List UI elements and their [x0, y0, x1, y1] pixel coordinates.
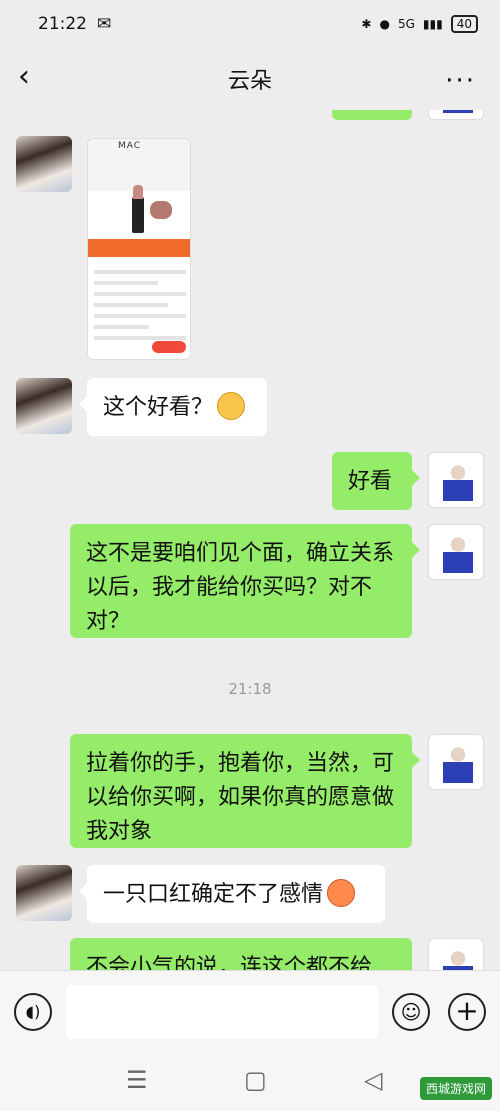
avatar-self[interactable] [428, 452, 484, 508]
screenshot-brand: MAC [118, 141, 142, 151]
notification-icon: ✉ [97, 14, 112, 34]
message-input[interactable] [66, 985, 378, 1039]
message-bubble-outgoing[interactable]: 拉着你的手，抱着你，当然，可以给你买啊，如果你真的愿意做我对象 [70, 734, 420, 848]
menu-icon[interactable]: ☰ [126, 1066, 148, 1094]
message-bubble-outgoing[interactable]: 这不是要咱们见个面，确立关系以后，我才能给你买吗？对不对？ [70, 524, 420, 638]
avatar-contact[interactable] [16, 865, 72, 921]
chat-header: ‹ 云朵 ··· [0, 48, 500, 110]
message-text: 拉着你的手，抱着你，当然，可以给你买啊，如果你真的愿意做我对象 [86, 751, 395, 844]
avatar-self[interactable] [428, 110, 484, 120]
chat-area[interactable]: MAC 这个好看？ 好看 这不是要咱们见个面，确立关系以后，我才能给你买吗？对不… [0, 110, 500, 970]
status-time: 21:22 [38, 14, 87, 34]
shared-screenshot-image[interactable]: MAC [87, 138, 191, 360]
message-text: 不会小气的说，连这个都不给 [86, 955, 373, 970]
buy-button-image [152, 341, 186, 353]
chat-title: 云朵 [227, 69, 272, 94]
input-bar: ◖) ☺ + [0, 970, 500, 1054]
more-actions-icon[interactable]: + [448, 993, 486, 1031]
message-timestamp: 21:18 [228, 680, 272, 698]
watermark: 西城游戏网 [419, 1077, 492, 1100]
home-icon[interactable]: ▢ [244, 1066, 267, 1094]
avatar-self[interactable] [428, 524, 484, 580]
avatar-self[interactable] [428, 734, 484, 790]
avatar-self[interactable] [428, 938, 484, 970]
status-bar: 21:22 ✉ ✱ ● 5G ▮▮▮ 40 [0, 0, 500, 48]
lipstick-image [132, 185, 144, 233]
bluetooth-icon: ✱ [361, 17, 372, 31]
battery-icon: 40 [450, 15, 478, 33]
watermark-text: 西城游戏网 [419, 1077, 492, 1100]
avatar-contact[interactable] [16, 136, 72, 192]
price-banner [88, 239, 190, 257]
product-info-lines [94, 263, 186, 347]
message-bubble-incoming[interactable]: 一只口红确定不了感情 [79, 865, 385, 923]
message-text: 好看 [348, 469, 393, 494]
message-bubble-outgoing[interactable]: 不会小气的说，连这个都不给 [70, 938, 412, 970]
signal-icon: ▮▮▮ [422, 17, 443, 31]
voice-input-icon[interactable]: ◖) [14, 993, 52, 1031]
screenshot-header: MAC [88, 139, 190, 191]
back-nav-icon[interactable]: ◁ [364, 1066, 382, 1094]
status-left: 21:22 ✉ [38, 14, 111, 34]
avatar-contact[interactable] [16, 378, 72, 434]
message-text: 这不是要咱们见个面，确立关系以后，我才能给你买吗？对不对？ [86, 541, 395, 634]
message-bubble-incoming[interactable]: 这个好看？ [79, 378, 267, 436]
message-bubble-partial[interactable] [332, 110, 412, 120]
status-right: ✱ ● 5G ▮▮▮ 40 [361, 15, 478, 33]
message-text: 这个好看？ [103, 395, 214, 420]
location-icon: ● [379, 17, 390, 31]
blushing-face-emoji-icon [327, 879, 356, 907]
back-icon[interactable]: ‹ [18, 62, 30, 92]
message-text: 一只口红确定不了感情 [103, 882, 324, 907]
message-bubble-outgoing[interactable]: 好看 [332, 452, 420, 510]
signal-label: 5G [397, 17, 415, 31]
angry-face-emoji-icon [217, 392, 246, 420]
emoji-picker-icon[interactable]: ☺ [392, 993, 430, 1031]
more-icon[interactable]: ··· [445, 66, 476, 96]
lip-swatch-image [150, 201, 172, 219]
